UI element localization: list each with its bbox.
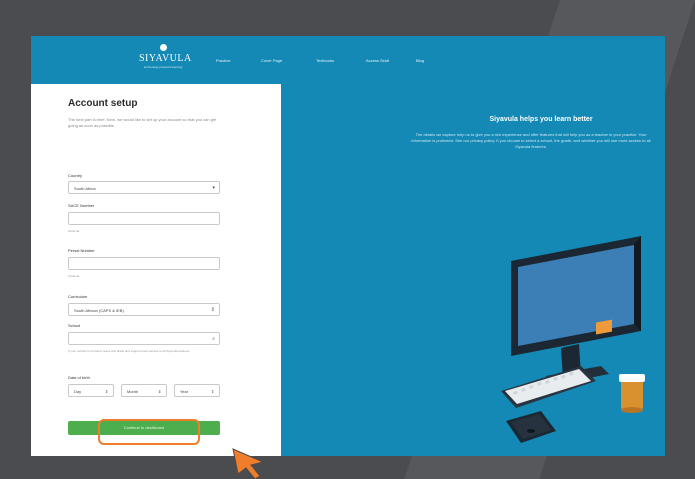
dob-day-value: Day <box>74 389 82 394</box>
school-help-text: If your school is not listed, leave this… <box>68 349 190 353</box>
dob-label: Date of birth <box>68 375 90 380</box>
stepper-icon: ⇕ <box>105 389 109 394</box>
nav-item-practice[interactable]: Practice <box>216 58 230 63</box>
nav-item-textbooks[interactable]: Textbooks <box>316 58 334 63</box>
stepper-icon: ⇕ <box>158 389 162 394</box>
dob-month-value: Month <box>127 389 139 394</box>
dob-year-value: Year <box>180 389 189 394</box>
sace-label: SACE Number <box>68 203 95 208</box>
school-label: School <box>68 323 81 328</box>
logo-tagline: technology-powered learning <box>143 65 183 69</box>
country-label: Country <box>68 173 83 178</box>
nav-item-cover-page[interactable]: Cover Page <box>261 58 282 63</box>
dob-day-select[interactable]: Day ⇕ <box>68 384 114 397</box>
curriculum-label: Curriculum <box>68 294 88 299</box>
page-title: Account setup <box>68 98 138 109</box>
dob-month-select[interactable]: Month ⇕ <box>121 384 167 397</box>
logo-dot-icon <box>159 44 167 51</box>
computer-illustration <box>501 236 645 443</box>
school-search-input[interactable]: ⌕ <box>68 332 220 345</box>
search-icon: ⌕ <box>212 336 215 342</box>
stepper-icon: ⇕ <box>211 389 215 394</box>
nav-item-access[interactable]: Access Siddt <box>366 58 389 63</box>
persal-label: Persal Number <box>68 248 95 253</box>
click-cursor-icon <box>218 434 265 479</box>
screen: SIYAVULA technology-powered learning Pra… <box>31 36 665 456</box>
top-navbar: SIYAVULA technology-powered learning Pra… <box>31 36 665 84</box>
curriculum-value: South African (CAPS & IEB) <box>74 308 124 313</box>
promo-title: Siyavula helps you learn better <box>489 116 593 123</box>
sace-number-input[interactable] <box>68 212 220 225</box>
siyavula-logo[interactable]: SIYAVULA technology-powered learning <box>139 44 192 76</box>
sace-optional-note: Optional <box>68 229 80 233</box>
persal-number-input[interactable] <box>68 257 220 270</box>
stepper-icon: ⇕ <box>210 307 215 313</box>
button-highlight-ring <box>98 419 200 445</box>
account-setup-panel: Account setup The next part is brief. Ne… <box>31 84 281 456</box>
dob-year-select[interactable]: Year ⇕ <box>174 384 220 397</box>
nav-item-blog[interactable]: Blog <box>416 58 424 63</box>
intro-text: The next part is brief. Next, we would l… <box>68 117 217 128</box>
chevron-down-icon: ▾ <box>212 185 215 191</box>
curriculum-select[interactable]: South African (CAPS & IEB) ⇕ <box>68 303 220 316</box>
country-value: South Africa <box>74 186 96 191</box>
logo-text: SIYAVULA <box>139 53 192 64</box>
account-setup-form: Account setup The next part is brief. Ne… <box>68 88 220 435</box>
persal-optional-note: Optional <box>68 274 80 278</box>
promo-text: The details we capture help us to give y… <box>411 132 651 149</box>
country-select[interactable]: South Africa ▾ <box>68 181 220 194</box>
